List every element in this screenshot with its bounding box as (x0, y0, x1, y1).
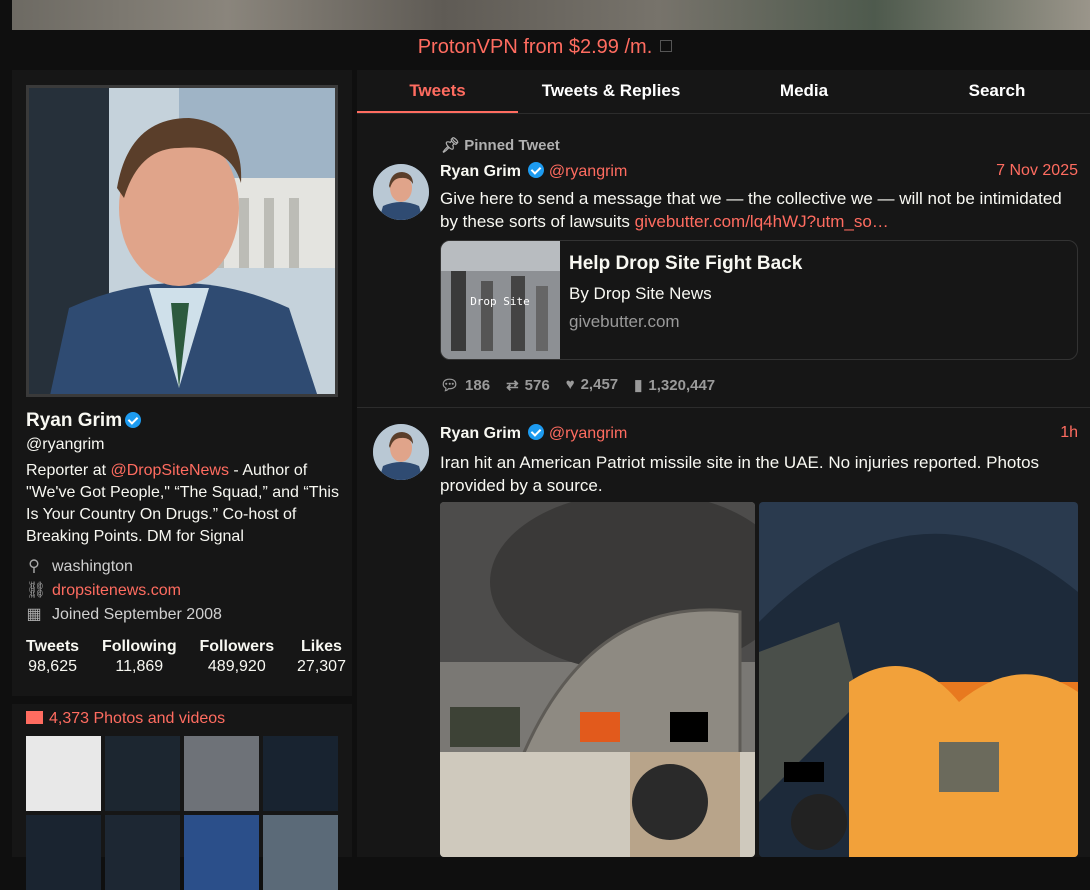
stat-label: Following (101, 638, 177, 655)
heart-icon: ♥ (565, 376, 575, 393)
profile-avatar[interactable] (26, 85, 338, 397)
media-thumbnail[interactable] (26, 736, 101, 811)
pin-icon: 📌︎ (441, 137, 465, 154)
media-thumbnail[interactable] (184, 815, 259, 890)
stat-following[interactable]: Following 11,869 (102, 638, 177, 676)
tweet-avatar[interactable] (373, 164, 429, 220)
calendar-icon: ▦ (26, 606, 42, 623)
card-title[interactable]: Help Drop Site Fight Back (569, 253, 802, 275)
tab-media[interactable]: Media (704, 70, 904, 113)
media-thumbnail[interactable] (26, 815, 101, 890)
verified-badge-icon (528, 424, 545, 440)
retweet-icon: ⇄ (506, 377, 519, 394)
stat-value: 27,307 (297, 658, 346, 675)
tweet-author[interactable]: Ryan Grim @ryangrim (440, 424, 627, 443)
tweet-author-name[interactable]: Ryan Grim (440, 163, 521, 180)
ad-text[interactable]: ProtonVPN from $2.99 /m. (418, 36, 653, 58)
views-chart-icon: ▮ (634, 377, 643, 394)
tweet-author-handle[interactable]: @ryangrim (549, 163, 627, 180)
tweet-author[interactable]: Ryan Grim @ryangrim (440, 162, 627, 181)
card-domain: givebutter.com (569, 312, 680, 331)
tweet-actions: 💬︎ 186 ⇄ 576 ♥ 2,457 ▮ 1,320,447 (440, 376, 715, 394)
card-image: Drop Site (441, 241, 560, 359)
external-link-icon (660, 40, 673, 52)
profile-name-text[interactable]: Ryan Grim (26, 410, 122, 431)
tweet-text: Iran hit an American Patriot missile sit… (440, 453, 1040, 495)
tweet-photo[interactable] (440, 502, 755, 857)
link-icon: ⛓ (26, 582, 47, 599)
tweet-date[interactable]: 1h (1060, 424, 1078, 442)
ad-banner[interactable]: ProtonVPN from $2.99 /m. (0, 36, 1090, 59)
stat-likes[interactable]: Likes 27,307 (297, 638, 346, 676)
reply-icon: 💬︎ (440, 377, 460, 394)
website-link[interactable]: dropsitenews.com (52, 582, 181, 599)
link-preview-card[interactable]: Drop Site Help Drop Site Fight Back By D… (440, 240, 1078, 360)
bio-text-prefix: Reporter at (26, 462, 111, 479)
tweet-avatar[interactable] (373, 424, 429, 480)
tweet-link[interactable]: givebutter.com/lq4hWJ?utm_so… (635, 212, 889, 231)
stat-value: 98,625 (28, 658, 77, 675)
reply-count: 186 (465, 377, 491, 394)
tab-tweets[interactable]: Tweets (357, 70, 518, 113)
tab-search[interactable]: Search (904, 70, 1090, 113)
profile-banner (12, 0, 1090, 30)
location-pin-icon: ⚲ (28, 558, 40, 575)
photos-videos-link[interactable]: 4,373 Photos and videos (26, 710, 225, 728)
profile-name[interactable]: Ryan Grim (26, 410, 142, 432)
tweet-text: Give here to send a message that we — th… (440, 187, 1080, 233)
profile-bio: Reporter at @DropSiteNews - Author of "W… (26, 460, 346, 548)
tweet-author-name[interactable]: Ryan Grim (440, 425, 521, 442)
media-thumbnail[interactable] (105, 815, 180, 890)
profile-stats: Tweets 98,625 Following 11,869 Followers 48… (26, 638, 346, 676)
media-thumbnail[interactable] (105, 736, 180, 811)
image-icon (26, 711, 43, 724)
profile-handle: @ryangrim (26, 436, 105, 453)
stat-label: Followers (199, 638, 275, 655)
profile-card: Ryan Grim @ryangrim Reporter at @DropSit… (12, 70, 352, 696)
media-thumbnails (26, 736, 340, 890)
media-thumbnail[interactable] (184, 736, 259, 811)
pinned-text: Pinned Tweet (464, 137, 560, 154)
timeline: Tweets Tweets & Replies Media Search 📌︎ … (357, 70, 1090, 857)
tweet-author-handle[interactable]: @ryangrim (549, 425, 627, 442)
joined-text: Joined September 2008 (52, 606, 222, 623)
tweet-date[interactable]: 7 Nov 2025 (996, 162, 1078, 180)
stat-value: 489,920 (207, 658, 266, 675)
verified-badge-icon (125, 412, 142, 428)
profile-website[interactable]: ⛓ dropsitenews.com (26, 580, 181, 600)
profile-joined: ▦ Joined September 2008 (26, 604, 222, 624)
media-thumbnail[interactable] (263, 736, 338, 811)
media-thumbnail[interactable] (263, 815, 338, 890)
pinned-label: 📌︎ Pinned Tweet (441, 136, 560, 154)
verified-badge-icon (528, 162, 545, 178)
stat-label: Tweets (26, 638, 80, 655)
card-author: By Drop Site News (569, 284, 712, 303)
stat-tweets[interactable]: Tweets 98,625 (26, 638, 79, 676)
tab-tweets-replies[interactable]: Tweets & Replies (518, 70, 704, 113)
photos-videos-title[interactable]: 4,373 Photos and videos (49, 710, 225, 727)
reply-button[interactable]: 💬︎ 186 (440, 376, 490, 394)
like-button[interactable]: ♥ 2,457 (566, 376, 618, 394)
timeline-tabs: Tweets Tweets & Replies Media Search (357, 70, 1090, 114)
like-count: 2,457 (580, 376, 619, 393)
photos-videos-card: 4,373 Photos and videos (12, 704, 352, 890)
card-image-overlay-text: Drop Site (470, 295, 530, 308)
retweet-button[interactable]: ⇄ 576 (506, 376, 550, 394)
stat-followers[interactable]: Followers 489,920 (199, 638, 274, 676)
location-text: washington (52, 558, 133, 575)
retweet-count: 576 (524, 377, 550, 394)
profile-location: ⚲ washington (26, 556, 133, 576)
views-button[interactable]: ▮ 1,320,447 (634, 376, 715, 394)
views-count: 1,320,447 (648, 377, 716, 394)
tweet-photo[interactable] (759, 502, 1078, 857)
stat-value: 11,869 (115, 658, 164, 675)
stat-label: Likes (301, 638, 342, 655)
tweet-item[interactable]: 📌︎ Pinned Tweet Ryan Grim @ryangrim 7 No… (357, 114, 1090, 408)
bio-mention-link[interactable]: @DropSiteNews (110, 462, 229, 479)
